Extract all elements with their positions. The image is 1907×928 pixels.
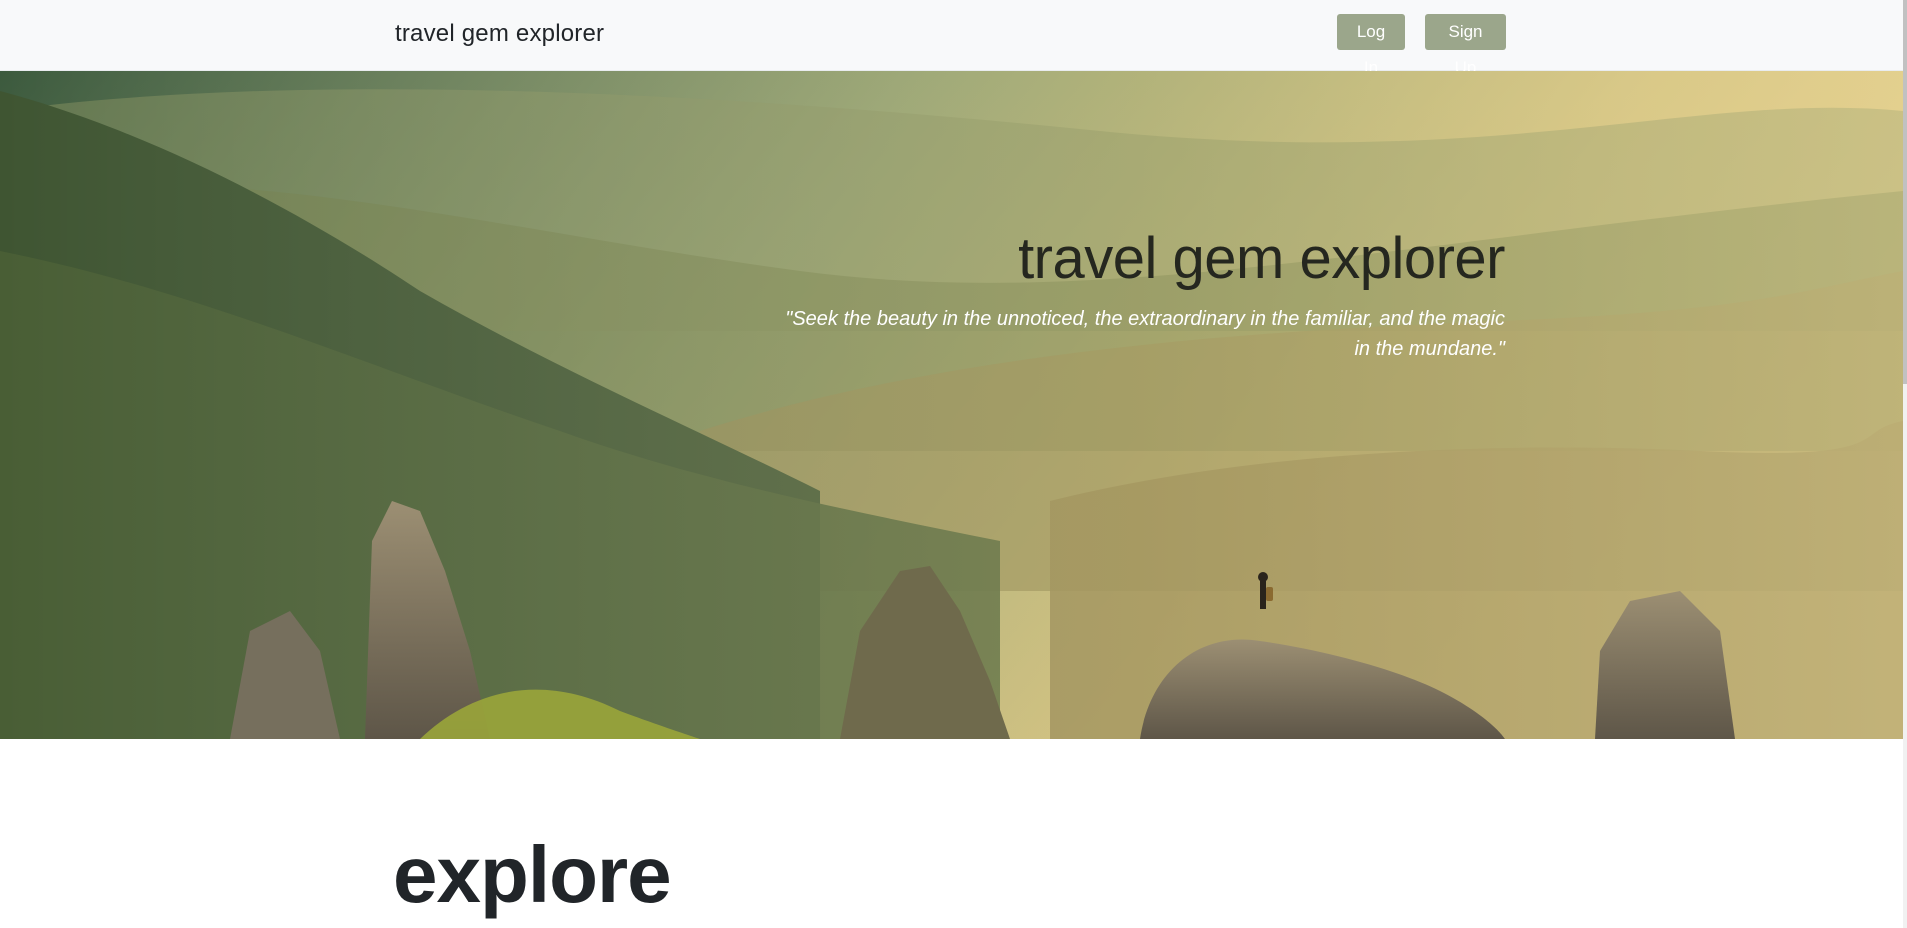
hero-title: travel gem explorer — [1018, 225, 1505, 291]
page-scrollbar[interactable] — [1903, 0, 1907, 928]
signup-button[interactable]: Sign Up — [1425, 14, 1506, 77]
brand-link[interactable]: travel gem explorer — [395, 20, 604, 48]
explore-heading: explore — [393, 830, 672, 919]
hero-quote: "Seek the beauty in the unnoticed, the e… — [785, 308, 1505, 360]
hero-banner: travel gem explorer "Seek the beauty in … — [0, 71, 1903, 739]
navbar: travel gem explorer Log In Sign Up — [0, 0, 1903, 77]
login-button[interactable]: Log In — [1337, 14, 1405, 77]
mountain-landscape-image — [0, 71, 1903, 739]
scrollbar-thumb[interactable] — [1903, 0, 1907, 384]
